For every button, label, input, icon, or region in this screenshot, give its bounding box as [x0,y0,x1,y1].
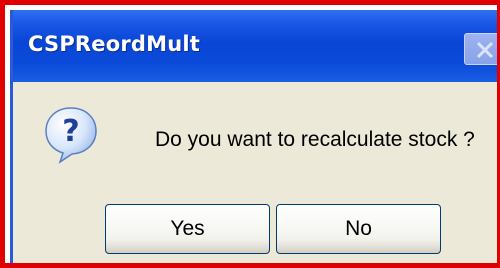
question-icon: ? [45,107,97,164]
dialog-body: ? Do you want to recalculate stock ? Yes… [13,82,497,263]
yes-button[interactable]: Yes [105,204,270,254]
highlight-frame: CSPReordMult ? Do you want to recalculat… [0,0,500,268]
dialog-window: CSPReordMult ? Do you want to recalculat… [10,10,497,263]
no-button-label: No [345,217,372,240]
yes-button-label: Yes [170,217,205,240]
no-button[interactable]: No [276,204,441,254]
dialog-title: CSPReordMult [28,32,201,56]
svg-text:?: ? [62,114,79,149]
close-icon [476,41,494,59]
title-bar[interactable]: CSPReordMult [13,10,497,82]
dialog-message: Do you want to recalculate stock ? [155,128,475,151]
close-button[interactable] [464,33,497,65]
